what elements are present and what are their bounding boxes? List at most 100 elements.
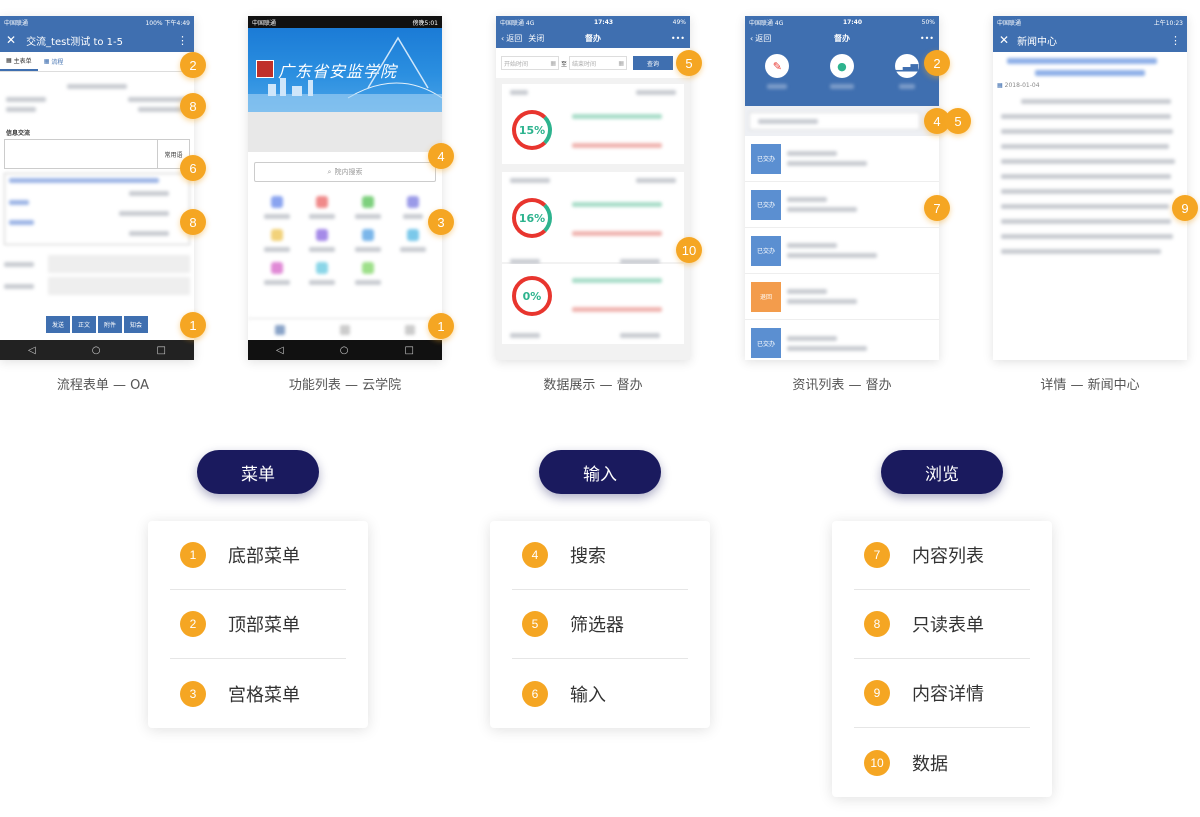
status-time: 17:43 xyxy=(593,18,614,26)
grid-item[interactable] xyxy=(254,196,300,219)
callout-badge: 1 xyxy=(180,312,206,338)
phone-news-list: 中国联通 4G 17:40 50% ‹ 返回 督办 ••• ✎ ● ▁▃▅ ☰ … xyxy=(745,16,939,360)
home-circle-icon[interactable]: ○ xyxy=(340,345,349,356)
top-menu-item[interactable]: ▁▃▅ xyxy=(894,54,919,89)
android-nav-bar: ◁ ○ □ xyxy=(248,340,442,360)
legend-card-browse: 7 内容列表 8 只读表单 9 内容详情 10 数据 xyxy=(832,521,1052,797)
category-pill-input: 输入 xyxy=(539,450,661,494)
calendar-icon: ▦ xyxy=(6,57,12,64)
legend-item: 2 顶部菜单 xyxy=(170,590,346,659)
tab-flow[interactable]: ▦ 流程 xyxy=(38,52,70,71)
grid-item[interactable] xyxy=(300,229,346,252)
carrier-label: 中国联通 xyxy=(997,19,1022,27)
query-button[interactable]: 查询 xyxy=(633,56,674,70)
grid-item[interactable] xyxy=(254,229,300,252)
grid-item[interactable] xyxy=(300,262,346,285)
callout-badge: 2 xyxy=(924,50,950,76)
phone-oa-form: 中国联通 100% 下午4:49 ✕ 交流_test测试 to 1-5 ⋮ ▦ 主… xyxy=(0,16,194,360)
callout-badge: 3 xyxy=(428,209,454,235)
calendar-icon: ▦ xyxy=(43,58,50,65)
more-icon[interactable]: ••• xyxy=(671,34,685,43)
phone-college-grid: 中国联通 傍晚5:01 广东省安监学院 ⌕ 院内搜索 ◁ ○ □ xyxy=(248,16,442,360)
carrier-label: 中国联通 4G xyxy=(500,19,535,27)
progress-ring: 0% xyxy=(512,276,552,316)
grid-item[interactable] xyxy=(254,262,300,285)
search-input[interactable] xyxy=(749,112,921,130)
app-header: ‹ 返回 关闭 督办 ••• xyxy=(496,28,690,48)
bottom-menu-button[interactable]: 知会 xyxy=(124,316,149,333)
list-item[interactable]: 已交办 xyxy=(745,320,939,360)
grid-item[interactable] xyxy=(345,262,391,285)
bottom-menu-button[interactable]: 附件 xyxy=(98,316,123,333)
status-bar: 中国联通 上午10:23 xyxy=(993,16,1187,28)
bridge-skyline-illustration xyxy=(248,36,442,112)
callout-badge: 9 xyxy=(1172,195,1198,221)
screen-caption: 资讯列表 — 督办 xyxy=(792,378,892,393)
grid-item[interactable] xyxy=(391,229,437,252)
legend-item: 1 底部菜单 xyxy=(170,521,346,590)
page-title: 督办 xyxy=(834,33,850,43)
back-chevron-icon[interactable]: ‹ xyxy=(750,34,753,43)
status-tag: 已交办 xyxy=(751,143,781,174)
grid-item[interactable] xyxy=(345,229,391,252)
category-pill-browse: 浏览 xyxy=(881,450,1003,494)
phone-news-detail: 中国联通 上午10:23 ✕ 新闻中心 ⋮ ▦ 2018-01-04 xyxy=(993,16,1187,360)
back-triangle-icon[interactable]: ◁ xyxy=(276,345,284,356)
message-input[interactable] xyxy=(4,139,158,169)
callout-badge: 10 xyxy=(676,237,702,263)
top-menu-item[interactable]: ✎ xyxy=(765,54,790,89)
chart-icon: ▁▃▅ xyxy=(894,54,919,78)
bottom-menu: 发送 正文 附件 知会 xyxy=(0,316,194,333)
search-icon: ⌕ xyxy=(327,167,332,176)
back-chevron-icon[interactable]: ‹ xyxy=(501,34,504,43)
grid-item[interactable] xyxy=(391,262,437,285)
close-icon[interactable]: ✕ xyxy=(6,33,16,47)
app-header: ✕ 交流_test测试 to 1-5 ⋮ xyxy=(0,28,194,52)
battery-label: 50% xyxy=(921,18,935,26)
progress-ring: 16% xyxy=(512,198,552,238)
calendar-icon: ▦ xyxy=(997,82,1003,89)
article-date: ▦ 2018-01-04 xyxy=(997,82,1040,89)
status-time: 上午10:23 xyxy=(1153,19,1183,27)
end-date-input[interactable]: 结束时间 ▦ xyxy=(569,56,628,70)
user-stamp-icon: ● xyxy=(829,54,854,78)
bottom-menu-button[interactable]: 发送 xyxy=(45,316,70,333)
date-filter-bar: 开始时间 ▦ 至 结束时间 ▦ 查询 xyxy=(496,48,690,78)
back-link[interactable]: 返回 xyxy=(506,33,522,44)
top-menu-item[interactable]: ● xyxy=(829,54,854,89)
more-vertical-icon[interactable]: ⋮ xyxy=(177,34,188,47)
home-circle-icon[interactable]: ○ xyxy=(92,345,101,356)
more-icon[interactable]: ••• xyxy=(920,34,934,43)
callout-badge: 7 xyxy=(924,195,950,221)
carrier-label: 中国联通 xyxy=(4,19,29,27)
back-link[interactable]: 返回 xyxy=(755,33,771,44)
grid-item[interactable] xyxy=(345,196,391,219)
recents-square-icon[interactable]: □ xyxy=(405,345,414,356)
pen-icon: ✎ xyxy=(765,54,790,78)
data-card: 16% xyxy=(502,172,684,264)
back-triangle-icon[interactable]: ◁ xyxy=(28,345,36,356)
legend-card-input: 4 搜索 5 筛选器 6 输入 xyxy=(490,521,710,728)
form-fields xyxy=(0,247,194,299)
legend-card-menu: 1 底部菜单 2 顶部菜单 3 宫格菜单 xyxy=(148,521,368,728)
tab-main-form[interactable]: ▦ 主表单 xyxy=(0,52,38,71)
close-link[interactable]: 关闭 xyxy=(528,33,544,44)
legend-item: 8 只读表单 xyxy=(854,590,1030,659)
search-bar[interactable]: ⌕ 院内搜索 xyxy=(254,162,436,182)
to-label: 至 xyxy=(561,60,568,68)
start-date-input[interactable]: 开始时间 ▦ xyxy=(501,56,559,70)
article-body xyxy=(993,89,1187,264)
list-item[interactable]: 已交办 xyxy=(745,182,939,228)
recents-square-icon[interactable]: □ xyxy=(157,345,166,356)
legend-item: 9 内容详情 xyxy=(854,659,1030,728)
bottom-menu-button[interactable]: 正文 xyxy=(71,316,96,333)
android-nav-bar: ◁ ○ □ xyxy=(0,340,194,360)
list-item[interactable]: 已交办 xyxy=(745,136,939,182)
progress-ring: 15% xyxy=(512,110,552,150)
close-icon[interactable]: ✕ xyxy=(999,33,1009,47)
more-vertical-icon[interactable]: ⋮ xyxy=(1170,34,1181,47)
list-item[interactable]: 退回 xyxy=(745,274,939,320)
grid-item[interactable] xyxy=(300,196,346,219)
screen-caption: 详情 — 新闻中心 xyxy=(1040,378,1140,393)
list-item[interactable]: 已交办 xyxy=(745,228,939,274)
